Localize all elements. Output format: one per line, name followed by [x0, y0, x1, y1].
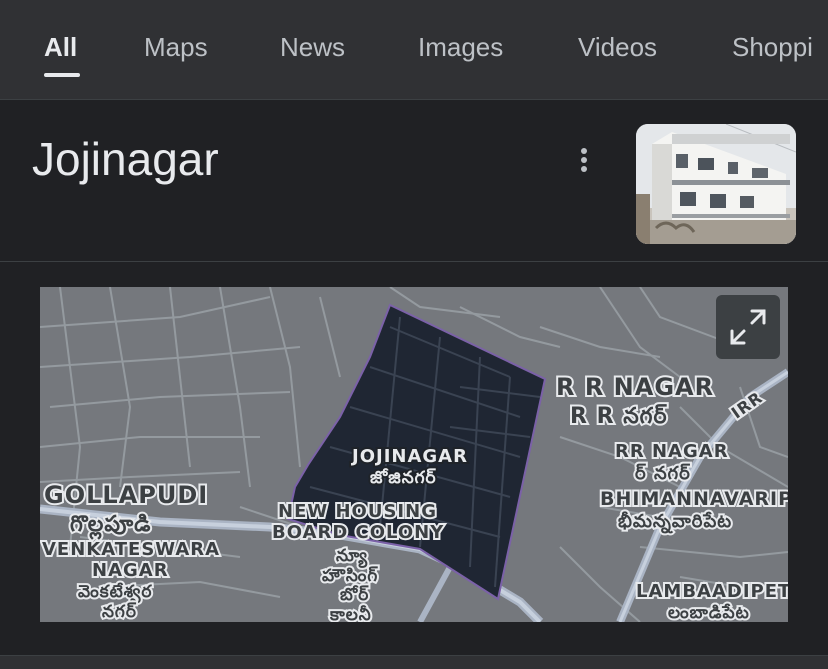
knowledge-panel-header: Jojinagar [0, 100, 828, 262]
more-vert-icon[interactable] [566, 140, 602, 180]
place-thumbnail[interactable] [636, 124, 796, 244]
search-tab-bar: All Maps News Images Videos Shoppi [0, 0, 828, 100]
tab-all[interactable]: All [44, 32, 77, 63]
map-view[interactable]: R R NAGAR R R నగర్ IRR RR NAGAR ర్ నగర్ … [40, 287, 788, 622]
map-label-bhimannavaripet-te: భీమన్నవారిపేట [618, 511, 732, 534]
map-label-new-housing-te-1: న్యూ [336, 546, 368, 568]
map-label-venkateswara-te-2: నగర్ [102, 602, 137, 622]
map-label-rr-nagar-large-te: R R నగర్ [570, 404, 668, 429]
tab-news[interactable]: News [280, 32, 345, 63]
map-label-new-housing-te-4: కాలనీ [329, 605, 372, 622]
bottom-divider [0, 655, 828, 669]
tab-images[interactable]: Images [418, 32, 503, 63]
map-label-lambaadipet: LAMBAADIPET [636, 581, 788, 602]
map-label-rr-nagar-te: ర్ నగర్ [635, 463, 691, 484]
map-label-new-housing-te-2: హౌసింగ్ [322, 566, 378, 586]
map-label-rr-nagar-large: R R NAGAR [556, 373, 714, 401]
expand-icon[interactable] [716, 295, 780, 359]
tab-maps[interactable]: Maps [144, 32, 208, 63]
map-canvas: R R NAGAR R R నగర్ IRR RR NAGAR ర్ నగర్ … [40, 287, 788, 622]
tab-videos[interactable]: Videos [578, 32, 657, 63]
map-label-new-housing-te-3: బోర్ [340, 585, 369, 605]
page-title: Jojinagar [32, 133, 219, 185]
map-label-lambaadipet-te: లంబాడిపేట [668, 603, 750, 622]
active-tab-indicator [44, 73, 80, 77]
map-label-jojinagar: JOJINAGAR [350, 446, 468, 467]
map-label-venkateswara-te: వెంకటేశ్వర [78, 582, 153, 604]
tab-shopping[interactable]: Shoppi [732, 32, 813, 63]
map-label-gollapudi-te: గొల్లపూడి [70, 512, 151, 540]
map-label-gollapudi: GOLLAPUDI [44, 481, 208, 509]
map-label-board-colony: BOARD COLONY [272, 522, 444, 543]
map-label-jojinagar-te: జోజినగర్ [370, 468, 437, 488]
map-label-venkateswara-nagar: NAGAR [92, 560, 169, 581]
map-label-rr-nagar: RR NAGAR [615, 441, 729, 462]
map-label-new-housing: NEW HOUSING [278, 501, 437, 522]
map-label-bhimannavaripet: BHIMANNAVARIP [600, 488, 788, 510]
map-label-venkateswara: VENKATESWARA [42, 539, 220, 560]
